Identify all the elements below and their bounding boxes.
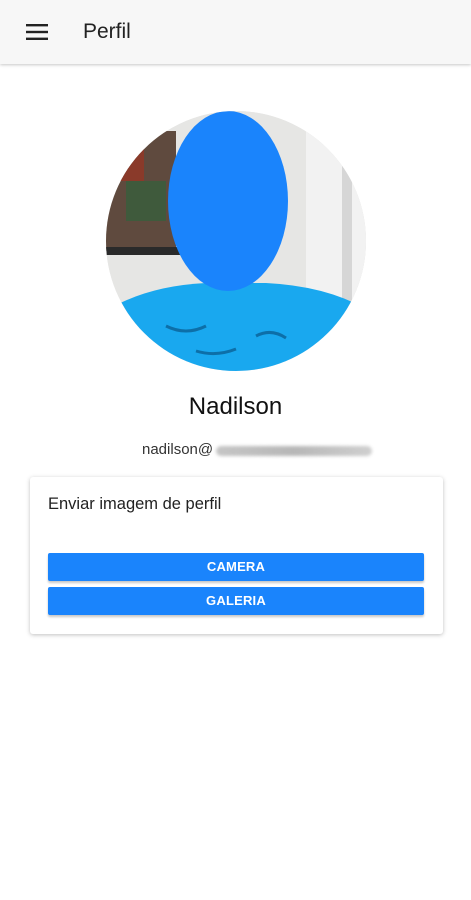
page-title: Perfil <box>83 20 131 43</box>
upload-image-card: Enviar imagem de perfil CAMERA GALERIA <box>30 477 443 634</box>
user-email: nadilson@ <box>142 441 214 458</box>
menu-button[interactable] <box>18 14 56 50</box>
user-name: Nadilson <box>188 393 283 420</box>
camera-button[interactable]: CAMERA <box>48 553 424 581</box>
app-bar: Perfil <box>0 0 471 64</box>
card-title: Enviar imagem de perfil <box>48 495 222 513</box>
gallery-button[interactable]: GALERIA <box>48 587 424 615</box>
email-redaction <box>216 446 372 456</box>
profile-avatar <box>106 111 366 371</box>
menu-icon <box>26 24 48 40</box>
